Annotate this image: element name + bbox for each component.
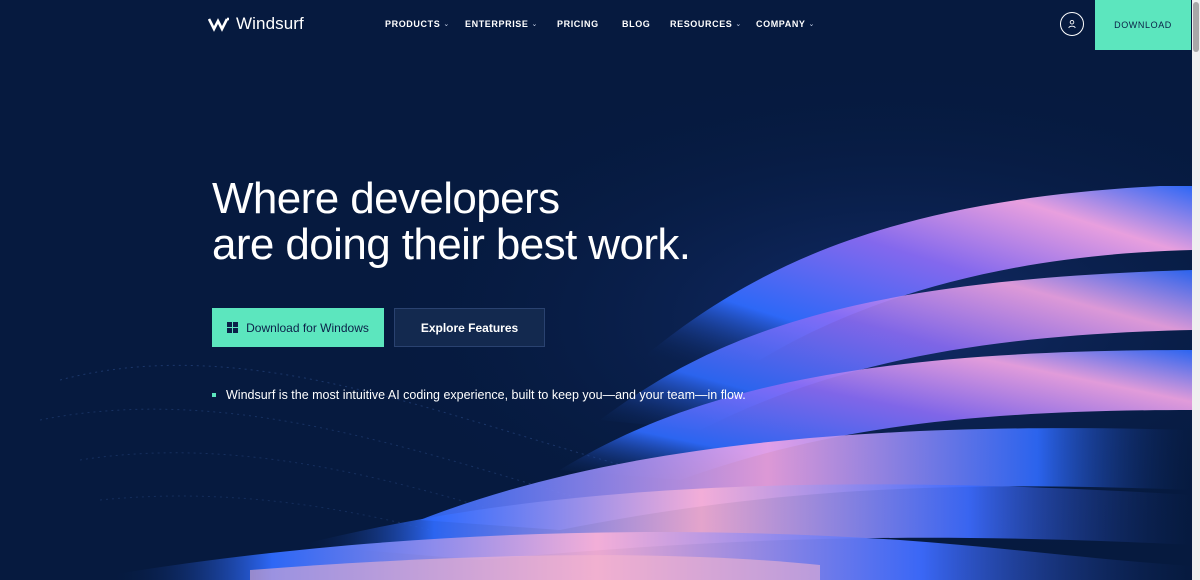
nav-blog-label: BLOG — [622, 19, 651, 29]
nav-resources[interactable]: RESOURCES ⌄ — [670, 19, 742, 29]
hero-tagline-text: Windsurf is the most intuitive AI coding… — [226, 388, 746, 402]
chevron-down-icon: ⌄ — [531, 21, 538, 28]
windsurf-wave-icon — [208, 17, 229, 32]
nav-enterprise[interactable]: ENTERPRISE ⌄ — [465, 19, 538, 29]
explore-features-button[interactable]: Explore Features — [394, 308, 545, 347]
chevron-down-icon: ⌄ — [808, 21, 816, 28]
nav-company-label: COMPANY — [756, 19, 806, 29]
hero-tagline: Windsurf is the most intuitive AI coding… — [212, 388, 746, 402]
landing-page: Windsurf PRODUCTS ⌄ ENTERPRISE ⌄ PRICING… — [0, 0, 1192, 580]
scrollbar-thumb[interactable] — [1193, 2, 1199, 52]
brand-name: Windsurf — [236, 14, 304, 33]
hero-headline-line1: Where developers — [212, 174, 560, 223]
windows-logo-icon — [227, 322, 239, 333]
account-button[interactable] — [1060, 12, 1084, 36]
nav-resources-label: RESOURCES — [670, 19, 733, 29]
user-icon — [1068, 19, 1076, 29]
nav-products-label: PRODUCTS — [385, 19, 441, 29]
header-download-button[interactable]: DOWNLOAD — [1095, 0, 1191, 50]
nav-pricing[interactable]: PRICING — [557, 19, 599, 29]
hero-headline-line2: are doing their best work. — [212, 220, 691, 269]
windsurf-logo[interactable]: Windsurf — [208, 14, 304, 34]
nav-products[interactable]: PRODUCTS ⌄ — [385, 19, 450, 29]
bullet-square-icon — [212, 393, 216, 397]
page-scrollbar[interactable] — [1192, 0, 1200, 580]
chevron-down-icon: ⌄ — [443, 21, 450, 28]
nav-enterprise-label: ENTERPRISE — [465, 19, 529, 29]
hero-wave-graphic — [0, 0, 1192, 580]
download-for-windows-label: Download for Windows — [246, 320, 369, 335]
nav-blog[interactable]: BLOG — [622, 19, 650, 29]
hero-headline: Where developers are doing their best wo… — [212, 174, 691, 269]
nav-pricing-label: PRICING — [557, 19, 599, 29]
chevron-down-icon: ⌄ — [735, 21, 742, 28]
nav-company[interactable]: COMPANY ⌄ — [756, 19, 815, 29]
download-for-windows-button[interactable]: Download for Windows — [212, 308, 384, 347]
